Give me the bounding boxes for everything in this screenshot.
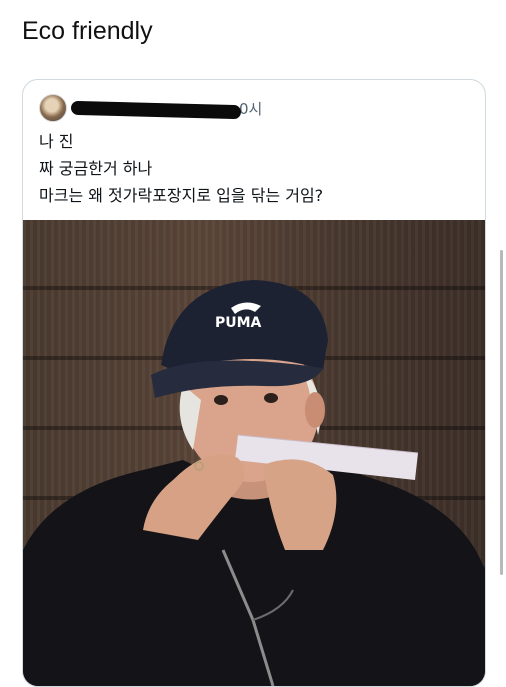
scrollbar-thumb[interactable]	[500, 250, 503, 575]
quoted-tweet-card[interactable]: 0시 나 진 짜 궁금한거 하나 마크는 왜 젓가락포장지로 입을 닦는 거임?	[22, 79, 486, 687]
cap-logo-text: PUMA	[215, 315, 262, 331]
tweet-text-line: 짜 궁금한거 하나	[39, 159, 153, 178]
tweet-photo[interactable]: PUMA	[23, 220, 485, 686]
quoted-tweet-header: 0시	[39, 94, 262, 122]
quoted-tweet-text: 나 진 짜 궁금한거 하나 마크는 왜 젓가락포장지로 입을 닦는 거임?	[39, 128, 323, 209]
tweet-text-line: 마크는 왜 젓가락포장지로 입을 닦는 거임?	[39, 186, 324, 205]
profile-avatar-icon[interactable]	[39, 94, 67, 122]
redacted-username-scribble	[70, 100, 242, 120]
post-text: Eco friendly	[22, 17, 153, 45]
photo-illustration: PUMA	[23, 280, 485, 686]
tweet-timestamp: 0시	[239, 99, 263, 118]
tweet-text-line: 나 진	[39, 132, 74, 151]
